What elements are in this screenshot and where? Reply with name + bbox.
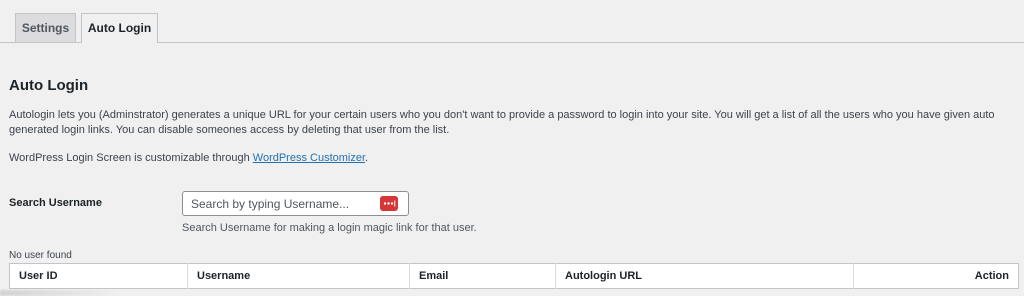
column-action: Action	[853, 263, 1019, 289]
tab-bar: Settings Auto Login	[0, 0, 1024, 44]
customizer-link[interactable]: WordPress Customizer	[253, 152, 365, 164]
tab-settings[interactable]: Settings	[15, 13, 76, 42]
tab-auto-login[interactable]: Auto Login	[81, 13, 158, 43]
column-user-id: User ID	[19, 270, 58, 282]
column-username: Username	[187, 263, 410, 289]
search-field-wrapper	[182, 191, 409, 216]
search-username-input[interactable]	[183, 192, 381, 215]
customizer-note: WordPress Login Screen is customizable t…	[9, 151, 368, 166]
column-autologin-url: Autologin URL	[555, 263, 854, 289]
search-hint-text: Search Username for making a login magic…	[182, 222, 477, 234]
description-text: Autologin lets you (Adminstrator) genera…	[9, 109, 995, 136]
page-title: Auto Login	[9, 77, 89, 94]
column-email: Email	[409, 263, 556, 289]
search-username-label: Search Username	[9, 197, 102, 209]
scroll-shadow	[0, 290, 120, 296]
password-manager-icon[interactable]	[380, 196, 398, 211]
customizer-suffix: .	[365, 152, 369, 164]
password-dots-icon	[383, 200, 396, 207]
settings-page: Settings Auto Login Auto Login Autologin…	[0, 0, 1024, 296]
table-status: No user found	[9, 250, 72, 261]
table-header-row: User ID Username Email Autologin URL Act…	[10, 263, 1019, 289]
customizer-prefix: WordPress Login Screen is customizable t…	[9, 152, 253, 164]
users-table: User ID Username Email Autologin URL Act…	[9, 263, 1019, 289]
